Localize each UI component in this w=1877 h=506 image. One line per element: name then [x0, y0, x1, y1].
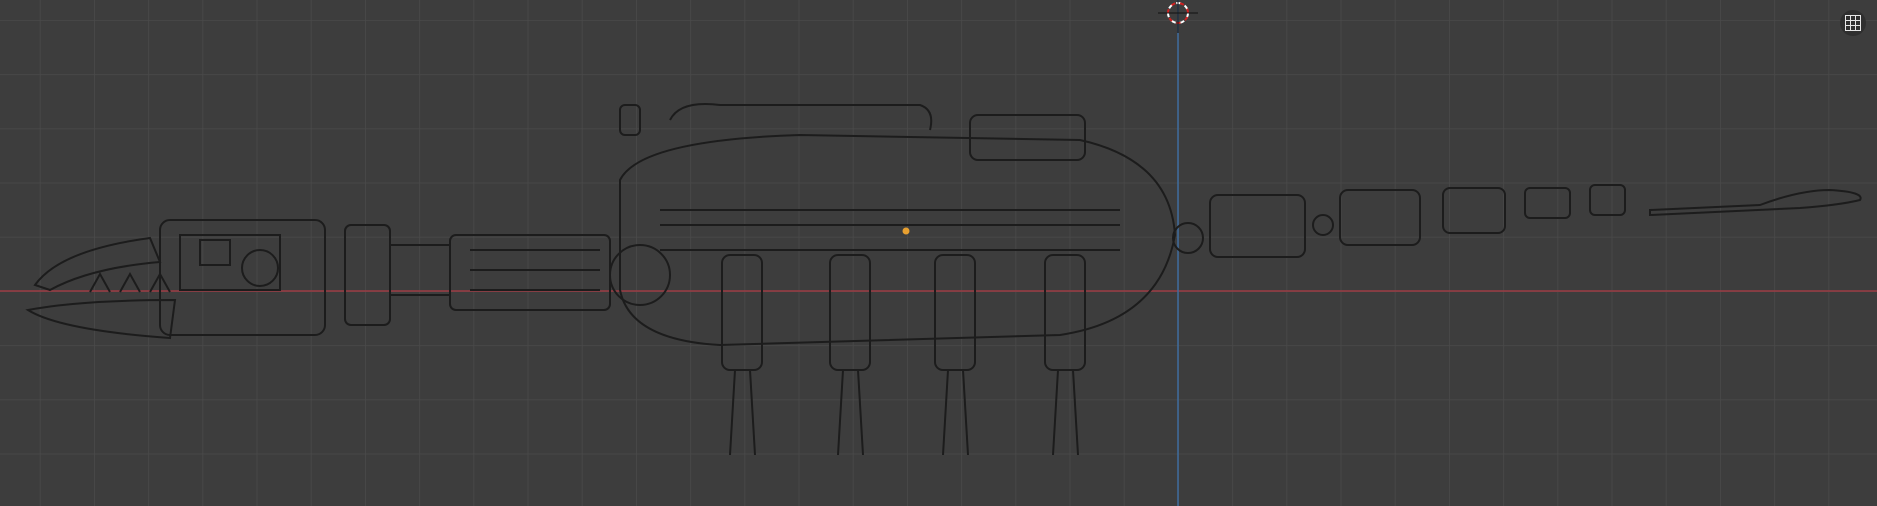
grid-icon	[1845, 15, 1861, 31]
3d-viewport[interactable]	[0, 0, 1877, 506]
toggle-grid-button[interactable]	[1840, 10, 1866, 36]
object-origin	[902, 227, 910, 235]
floor-grid	[0, 0, 1877, 506]
